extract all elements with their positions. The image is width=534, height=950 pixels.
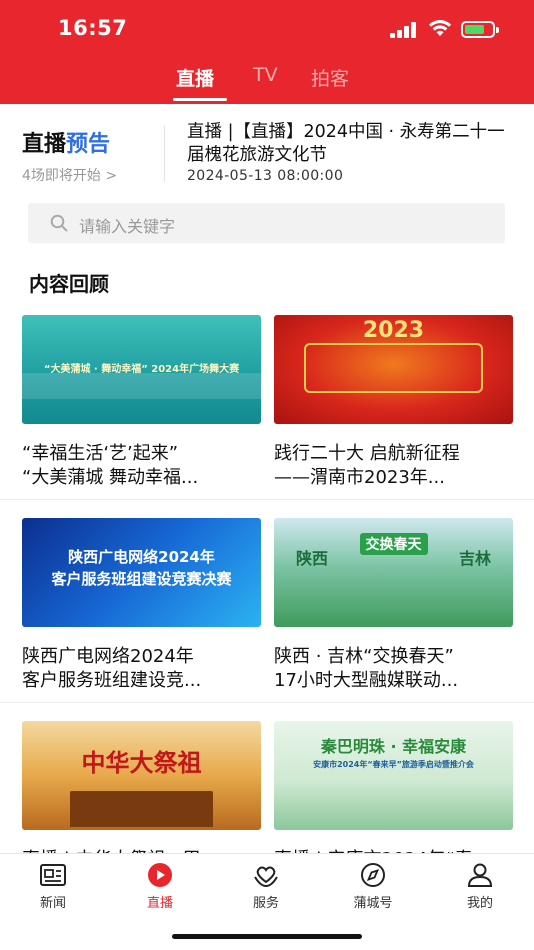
tabbar-label: 我的 [466, 896, 493, 911]
card-title-line1: 陕西广电网络2024年 [22, 646, 194, 667]
thumbnail-caption: 陕西 [296, 549, 329, 568]
live-preview-title-highlight: 预告 [66, 132, 111, 157]
tabbar-label: 直播 [146, 896, 173, 911]
content-card[interactable]: 陕西广电网络2024年 客户服务班组建设竞赛决赛 陕西广电网络2024年 客户服… [22, 518, 261, 693]
card-thumbnail: “大美蒲城 · 舞动幸福” 2024年广场舞大赛 [22, 315, 261, 424]
top-tabs: 直播 TV 拍客 [0, 62, 534, 104]
cellular-signal-icon [390, 22, 418, 38]
thumbnail-caption: 吉林 [458, 549, 491, 568]
upcoming-event-datetime: 2024-05-13 08:00:00 [187, 168, 344, 184]
service-heart-icon [254, 866, 278, 888]
content-card[interactable]: 陕西 交换春天 吉林 陕西 · 吉林“交换春天” 17小时大型融媒联动... [274, 518, 513, 693]
tabbar-label: 服务 [252, 896, 279, 911]
status-bar: 16:57 [0, 0, 534, 56]
card-title-line1: 践行二十大 启航新征程 [274, 443, 460, 464]
compass-icon [361, 863, 385, 887]
divider [164, 126, 165, 182]
live-play-icon [148, 863, 172, 887]
search-input[interactable]: 请输入关键字 [28, 203, 505, 243]
live-preview-title: 直播预告 [22, 126, 110, 158]
thumbnail-caption: 安康市2024年“春来早”旅游季启动暨推介会 [313, 760, 474, 769]
thumbnail-caption: 客户服务班组建设竞赛决赛 [51, 570, 232, 588]
card-title-line1: “幸福生活‘艺’起来” [22, 443, 179, 464]
top-header: 16:57 直播 TV 拍客 [0, 0, 534, 104]
card-thumbnail: 陕西 交换春天 吉林 [274, 518, 513, 627]
tabbar-item-puchenghao[interactable]: 蒲城号 [338, 862, 408, 911]
person-icon [467, 863, 493, 887]
active-tab-indicator [173, 98, 227, 101]
thumbnail-caption: 交换春天 [359, 533, 428, 555]
card-title: 陕西广电网络2024年 客户服务班组建设竞... [22, 645, 261, 693]
card-thumbnail: 中华大祭祖 [22, 721, 261, 830]
thumbnail-caption: 2023 [362, 318, 425, 343]
thumbnail-caption: 秦巴明珠 · 幸福安康 [320, 737, 467, 756]
tabbar-item-news[interactable]: 新闻 [18, 862, 88, 911]
thumbnail-caption: 中华大祭祖 [81, 749, 202, 777]
card-title-line2: 客户服务班组建设竞... [22, 670, 202, 691]
thumbnail-caption: 陕西广电网络2024年 [68, 548, 215, 566]
tab-live[interactable]: 直播 [176, 64, 214, 91]
thumbnail-caption: “大美蒲城 · 舞动幸福” 2024年广场舞大赛 [43, 364, 240, 375]
live-preview-title-main: 直播 [22, 132, 67, 157]
card-title-line2: ——渭南市2023年... [274, 467, 445, 488]
content-card[interactable]: 2023 践行二十大 启航新征程 ——渭南市2023年... [274, 315, 513, 490]
news-icon [40, 864, 66, 886]
tab-tv[interactable]: TV [253, 64, 278, 86]
content-card[interactable]: “大美蒲城 · 舞动幸福” 2024年广场舞大赛 “幸福生活‘艺’起来” “大美… [22, 315, 261, 490]
tabbar-label: 新闻 [39, 896, 66, 911]
card-thumbnail: 陕西广电网络2024年 客户服务班组建设竞赛决赛 [22, 518, 261, 627]
card-thumbnail: 2023 [274, 315, 513, 424]
upcoming-count-link[interactable]: 4场即将开始 > [22, 165, 117, 185]
row-divider [0, 499, 534, 500]
status-time: 16:57 [58, 16, 128, 40]
battery-charging-icon [461, 21, 499, 38]
row-divider [0, 702, 534, 703]
card-thumbnail: 秦巴明珠 · 幸福安康 安康市2024年“春来早”旅游季启动暨推介会 [274, 721, 513, 830]
wifi-icon [428, 20, 452, 36]
live-preview[interactable]: 直播预告 4场即将开始 > 直播 |【直播】2024中国 · 永寿第二十一届槐花… [0, 104, 534, 194]
card-title: 践行二十大 启航新征程 ——渭南市2023年... [274, 442, 513, 490]
upcoming-event-title[interactable]: 直播 |【直播】2024中国 · 永寿第二十一届槐花旅游文化节 [187, 121, 517, 167]
card-title: 陕西 · 吉林“交换春天” 17小时大型融媒联动... [274, 645, 513, 693]
card-title-line2: 17小时大型融媒联动... [274, 670, 459, 691]
tab-paike[interactable]: 拍客 [311, 64, 349, 91]
card-title-line1: 陕西 · 吉林“交换春天” [274, 646, 454, 667]
tabbar-item-live[interactable]: 直播 [125, 862, 195, 911]
tabbar-item-service[interactable]: 服务 [231, 862, 301, 911]
section-title: 内容回顾 [29, 272, 109, 296]
search-icon [50, 214, 68, 232]
home-indicator [172, 934, 362, 939]
card-title-line2: “大美蒲城 舞动幸福... [22, 467, 199, 488]
tabbar-label: 蒲城号 [353, 896, 393, 911]
card-title: “幸福生活‘艺’起来” “大美蒲城 舞动幸福... [22, 442, 261, 490]
tabbar-item-mine[interactable]: 我的 [445, 862, 515, 911]
search-placeholder: 请输入关键字 [79, 217, 176, 236]
